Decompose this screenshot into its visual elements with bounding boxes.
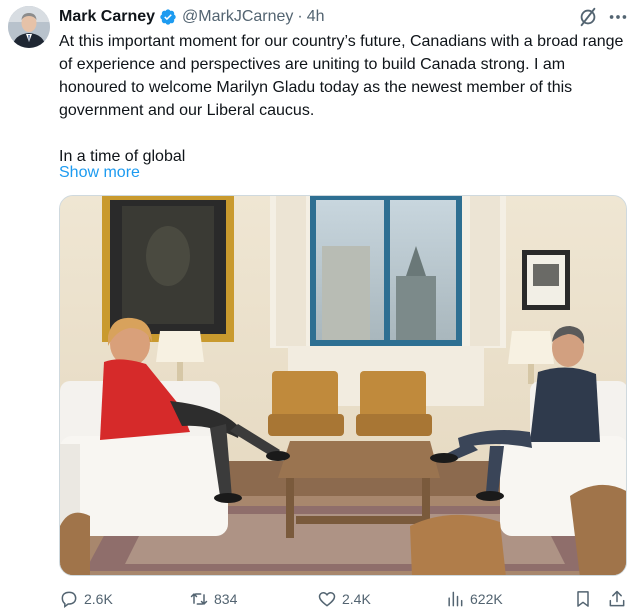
- more-icon[interactable]: [606, 6, 630, 28]
- tweet-photo[interactable]: [59, 195, 627, 576]
- like-button[interactable]: 2.4K: [317, 588, 371, 610]
- views-button[interactable]: 622K: [445, 588, 503, 610]
- reply-button[interactable]: 2.6K: [59, 588, 113, 610]
- like-count: 2.4K: [342, 591, 371, 607]
- repost-count: 834: [214, 591, 238, 607]
- office-meeting-photo: [60, 196, 626, 575]
- bookmark-icon: [577, 591, 589, 607]
- share-button[interactable]: [607, 588, 632, 610]
- grok-icon[interactable]: [577, 6, 599, 28]
- tweet: Mark Carney @MarkJCarney · 4h At this im…: [0, 0, 640, 612]
- avatar-photo: [8, 6, 50, 48]
- show-more-link[interactable]: Show more: [59, 161, 140, 184]
- verified-badge-icon: [159, 8, 177, 26]
- avatar[interactable]: [8, 6, 50, 48]
- repost-button[interactable]: 834: [189, 588, 237, 610]
- tweet-text: At this important moment for our country…: [59, 30, 631, 168]
- bookmark-button[interactable]: [573, 588, 598, 610]
- repost-icon: [190, 593, 208, 605]
- reply-count: 2.6K: [84, 591, 113, 607]
- author-handle[interactable]: @MarkJCarney: [182, 8, 293, 26]
- views-icon: [448, 591, 463, 607]
- tweet-header: Mark Carney @MarkJCarney · 4h: [59, 6, 325, 28]
- timestamp[interactable]: 4h: [307, 8, 325, 26]
- tweet-paragraph-1: At this important moment for our country…: [59, 33, 624, 119]
- like-icon: [318, 591, 336, 607]
- share-icon: [609, 590, 625, 607]
- reply-icon: [61, 591, 77, 608]
- tweet-paragraph-2: In a time of global: [59, 148, 186, 165]
- tweet-actions: 2.6K 834 2.4K 622K: [59, 588, 631, 610]
- separator-dot: ·: [297, 8, 303, 25]
- views-count: 622K: [470, 591, 503, 607]
- author-name[interactable]: Mark Carney: [59, 8, 155, 26]
